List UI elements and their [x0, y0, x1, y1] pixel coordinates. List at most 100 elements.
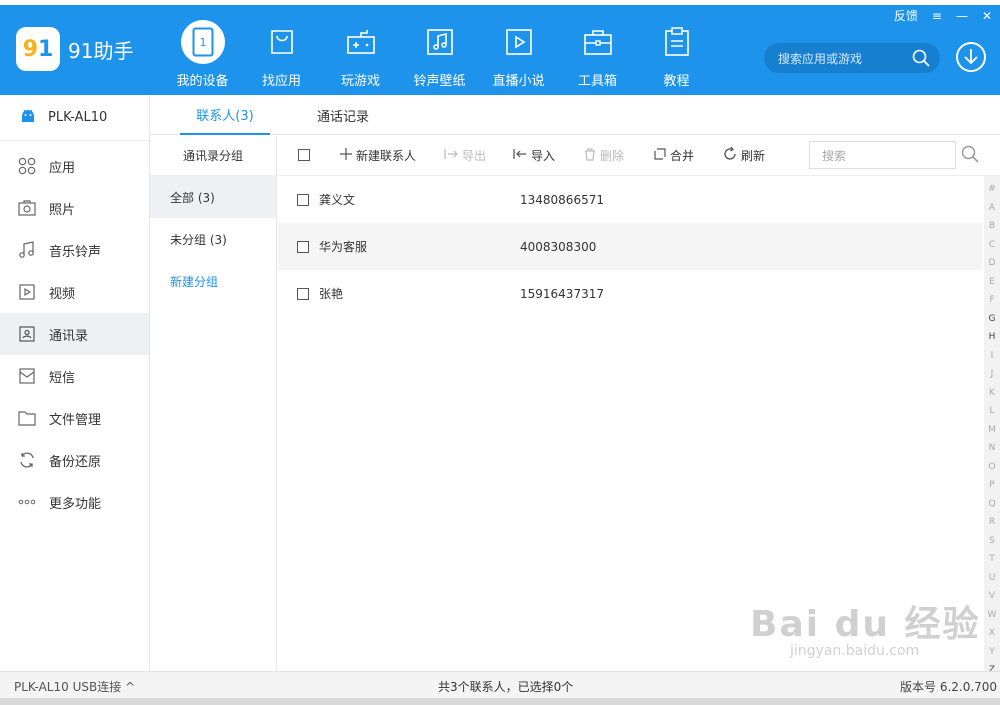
alphabet-index-letter[interactable]: A — [989, 199, 995, 218]
sidebar-item-backup[interactable]: 备份还原 — [0, 439, 149, 481]
contacts-icon — [18, 325, 36, 343]
alphabet-index-letter[interactable]: U — [989, 569, 996, 588]
alphabet-index-letter[interactable]: G — [989, 310, 996, 329]
alphabet-index-letter[interactable]: O — [988, 458, 995, 477]
phone-icon: 1 — [180, 20, 225, 64]
alphabet-index-letter[interactable]: I — [991, 347, 994, 366]
alphabet-index-letter[interactable]: K — [989, 384, 995, 403]
alphabet-index-letter[interactable]: H — [989, 328, 996, 347]
status-bar: PLK-AL10 USB连接 ^ 共3个联系人，已选择0个 版本号 6.2.0.… — [0, 671, 1000, 698]
logo-mark-text: 9 — [22, 36, 38, 62]
group-item-all[interactable]: 全部 (3) — [150, 176, 276, 218]
alphabet-index-letter[interactable]: J — [991, 365, 994, 384]
tab-contacts[interactable]: 联系人(3) — [180, 95, 270, 135]
select-all-checkbox[interactable] — [298, 149, 310, 161]
alphabet-index-letter[interactable]: # — [988, 180, 996, 199]
export-button[interactable]: 导出 — [444, 135, 486, 176]
contact-name: 龚义文 — [319, 193, 356, 207]
nav-ringtones[interactable]: 铃声壁纸 — [400, 5, 479, 95]
new-contact-button[interactable]: 新建联系人 — [340, 135, 416, 176]
alphabet-index-letter[interactable]: Q — [988, 495, 995, 514]
group-panel-title: 通讯录分组 — [150, 135, 276, 176]
refresh-button[interactable]: 刷新 — [723, 135, 765, 176]
sidebar-item-label: 更多功能 — [49, 496, 102, 512]
sidebar-item-music[interactable]: 音乐铃声 — [0, 229, 149, 271]
menu-button[interactable]: ≡ — [932, 9, 942, 23]
search-icon[interactable] — [961, 145, 979, 166]
alphabet-index-letter[interactable]: S — [989, 532, 995, 551]
import-button[interactable]: 导入 — [513, 135, 555, 176]
new-group-link[interactable]: 新建分组 — [150, 260, 276, 302]
nav-label: 直播小说 — [492, 74, 545, 89]
nav-my-device[interactable]: 1 我的设备 — [163, 5, 242, 95]
selection-summary: 共3个联系人，已选择0个 — [438, 680, 574, 694]
folder-icon — [18, 409, 36, 427]
nav-games[interactable]: 玩游戏 — [321, 5, 400, 95]
contact-row[interactable]: 华为客服 4008308300 — [278, 223, 982, 270]
app-search-input[interactable]: 搜索应用或游戏 — [764, 43, 940, 73]
sidebar-item-label: 备份还原 — [49, 454, 102, 470]
sidebar-item-label: 视频 — [49, 286, 76, 302]
contact-row[interactable]: 张艳 15916437317 — [278, 270, 982, 317]
contact-row[interactable]: 龚义文 13480866571 — [278, 176, 982, 223]
alphabet-index-letter[interactable]: N — [989, 439, 996, 458]
toolbox-icon — [576, 20, 620, 64]
sidebar-item-files[interactable]: 文件管理 — [0, 397, 149, 439]
sidebar-item-more[interactable]: 更多功能 — [0, 481, 149, 523]
minimize-button[interactable]: — — [956, 9, 968, 23]
alphabet-index-letter[interactable]: M — [988, 421, 996, 440]
refresh-icon — [723, 146, 737, 164]
contact-phone: 13480866571 — [520, 192, 604, 207]
sidebar-item-sms[interactable]: 短信 — [0, 355, 149, 397]
nav-tutorials[interactable]: 教程 — [637, 5, 716, 95]
feedback-button[interactable]: 反馈 — [894, 7, 918, 24]
group-item-ungrouped[interactable]: 未分组 (3) — [150, 218, 276, 260]
alphabet-index-letter[interactable]: T — [989, 550, 995, 569]
nav-live-novels[interactable]: 直播小说 — [479, 5, 558, 95]
trash-icon — [584, 147, 596, 164]
device-header[interactable]: PLK-AL10 — [0, 95, 149, 141]
download-button[interactable] — [956, 42, 986, 72]
camera-icon — [18, 199, 36, 217]
alphabet-index-letter[interactable]: C — [989, 236, 995, 255]
nav-find-apps[interactable]: 找应用 — [242, 5, 321, 95]
alphabet-index-letter[interactable]: F — [989, 291, 994, 310]
row-checkbox[interactable] — [297, 288, 309, 300]
main-nav: 1 我的设备 找应用 玩游戏 铃声壁纸 直播小说 工具箱 教程 — [163, 5, 716, 95]
export-icon — [444, 148, 458, 163]
tab-call-log[interactable]: 通话记录 — [298, 95, 388, 135]
alphabet-index-letter[interactable]: B — [989, 217, 995, 236]
sidebar-item-photos[interactable]: 照片 — [0, 187, 149, 229]
row-checkbox[interactable] — [297, 194, 309, 206]
alphabet-index-letter[interactable]: X — [989, 624, 995, 643]
alphabet-index-letter[interactable]: V — [989, 587, 995, 606]
nav-toolbox[interactable]: 工具箱 — [558, 5, 637, 95]
sidebar-item-apps[interactable]: 应用 — [0, 145, 149, 187]
close-button[interactable]: ✕ — [982, 9, 992, 23]
alphabet-index-letter[interactable]: Y — [989, 643, 995, 662]
sidebar-item-contacts[interactable]: 通讯录 — [0, 313, 149, 355]
search-icon[interactable] — [912, 49, 930, 70]
contact-phone: 15916437317 — [520, 286, 604, 301]
row-checkbox[interactable] — [297, 241, 309, 253]
alphabet-index-letter[interactable]: R — [989, 513, 995, 532]
delete-button[interactable]: 删除 — [584, 135, 624, 176]
tab-bar: 联系人(3) 通话记录 — [150, 95, 1000, 135]
device-name: PLK-AL10 — [48, 110, 108, 125]
bag-icon — [260, 20, 304, 64]
alphabet-index-letter[interactable]: E — [989, 273, 995, 292]
nav-label: 教程 — [663, 74, 690, 89]
alphabet-index-letter[interactable]: P — [989, 476, 994, 495]
contact-search-input[interactable]: 搜索 — [809, 141, 956, 169]
connection-status[interactable]: PLK-AL10 USB连接 ^ — [14, 678, 135, 695]
search-placeholder: 搜索应用或游戏 — [778, 51, 863, 66]
alphabet-index-letter[interactable]: Z — [989, 661, 995, 671]
mail-icon — [18, 367, 36, 385]
sidebar-item-video[interactable]: 视频 — [0, 271, 149, 313]
nav-label: 工具箱 — [577, 74, 617, 89]
alphabet-index-letter[interactable]: W — [988, 606, 997, 625]
alphabet-index-letter[interactable]: D — [989, 254, 996, 273]
alphabet-index-letter[interactable]: L — [989, 402, 994, 421]
merge-button[interactable]: 合并 — [654, 135, 694, 176]
import-label: 导入 — [531, 149, 556, 163]
